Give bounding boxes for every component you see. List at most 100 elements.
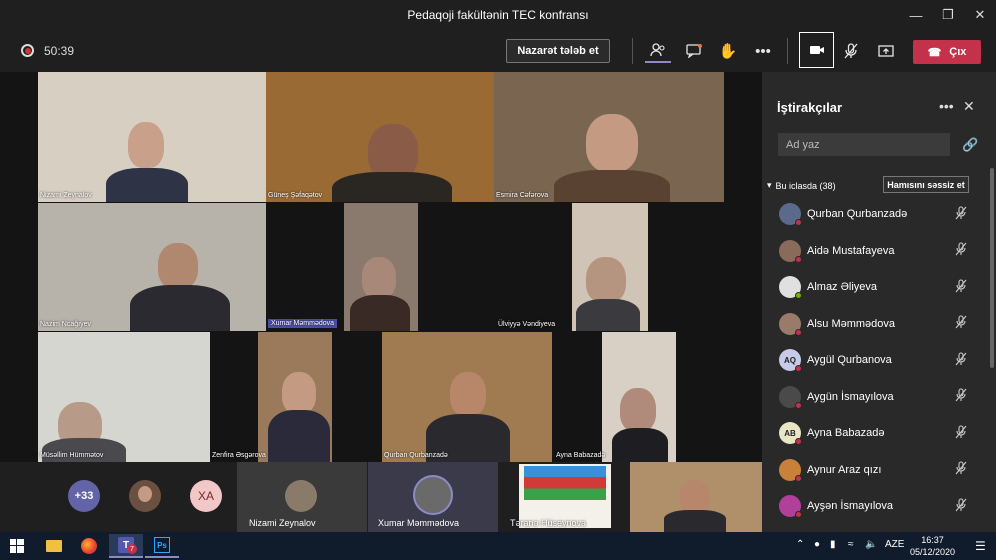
restore-icon[interactable]: ❐ — [932, 0, 964, 30]
mic-muted-icon[interactable] — [955, 206, 967, 223]
video-tile[interactable]: Qurban Qurbanzadə — [382, 332, 552, 462]
bottom-participant-strip: +33 XA Nizami Zeynalov Xumar Məmmədova T… — [0, 462, 762, 532]
avatar[interactable] — [129, 480, 161, 512]
in-meeting-section-header[interactable]: ▾ Bu iclasda (38) — [767, 180, 836, 191]
mic-muted-icon[interactable] — [955, 388, 967, 405]
bottom-tile[interactable]: Təranə Hüseynova — [500, 462, 628, 532]
presence-status-icon — [795, 365, 802, 373]
tray-network-icon[interactable]: ≈ — [848, 539, 854, 550]
tray-battery-icon[interactable]: ▮ — [830, 539, 836, 550]
participant-avatar — [779, 312, 802, 336]
participant-row[interactable]: Aidə Mustafayeva — [762, 233, 988, 270]
participant-name: Xumar Məmmədova — [268, 319, 338, 328]
participant-name: Ayna Babazadə — [556, 452, 606, 459]
avatar-initials[interactable]: XA — [190, 480, 222, 512]
video-tile[interactable]: Esmira Cəfərova — [494, 72, 724, 202]
bottom-tile[interactable] — [630, 462, 762, 532]
participant-row[interactable]: Aygün İsmayılova — [762, 379, 988, 416]
tray-mic-icon[interactable]: ● — [814, 539, 820, 550]
tray-chevron-icon[interactable]: ⌃ — [796, 539, 804, 550]
participant-row[interactable]: Ayşən İsmayılova — [762, 488, 988, 525]
overflow-count-badge[interactable]: +33 — [68, 480, 100, 512]
participant-search-input[interactable] — [778, 133, 950, 156]
participant-name: Nizami Zeynalov — [40, 192, 92, 199]
mic-muted-icon[interactable] — [955, 352, 967, 369]
leave-button[interactable]: ☎ Çıx — [913, 40, 981, 64]
clock-date: 05/12/2020 — [910, 547, 956, 557]
camera-icon — [809, 46, 824, 54]
mute-all-button[interactable]: Hamısını səssiz et — [883, 176, 969, 193]
chat-icon[interactable] — [681, 39, 707, 63]
leave-label: Çıx — [949, 46, 967, 58]
taskbar-clock[interactable]: 16:37 05/12/2020 — [910, 534, 955, 558]
file-explorer-icon[interactable] — [37, 534, 71, 558]
minimize-icon[interactable]: — — [900, 0, 932, 30]
raise-hand-icon[interactable]: ✋ — [715, 39, 741, 63]
photoshop-icon[interactable]: Ps — [145, 534, 179, 558]
participant-row[interactable]: Aynur Araz qızı — [762, 452, 988, 489]
firefox-icon[interactable] — [72, 534, 106, 558]
mic-muted-icon[interactable] — [955, 242, 967, 259]
participants-icon[interactable] — [645, 39, 671, 63]
bottom-tile[interactable]: Nizami Zeynalov — [237, 462, 367, 532]
participant-avatar — [779, 385, 802, 409]
participant-name: Aidə Mustafayeva — [807, 244, 895, 257]
participant-name: Güneş Şəfaqətov — [268, 192, 323, 199]
chevron-down-icon: ▾ — [767, 180, 772, 190]
participant-avatar: AB — [779, 422, 802, 446]
participant-row[interactable]: AQ Aygül Qurbanova — [762, 342, 988, 379]
more-actions-icon[interactable]: ••• — [750, 39, 776, 63]
presence-status-icon — [795, 401, 802, 409]
participant-name: Esmira Cəfərova — [496, 192, 549, 199]
participant-row[interactable]: AB Ayna Babazadə — [762, 415, 988, 452]
notifications-icon[interactable]: ☰ — [975, 539, 986, 553]
tray-volume-icon[interactable]: 🔈 — [865, 539, 877, 550]
hang-up-icon: ☎ — [927, 46, 942, 59]
share-link-icon[interactable]: 🔗 — [962, 137, 978, 153]
participant-name: Ayşən İsmayılova — [807, 500, 894, 513]
participant-avatar: AQ — [779, 349, 802, 373]
video-tile[interactable]: Nazim Ncağıyev — [38, 203, 266, 331]
request-control-button[interactable]: Nazarət tələb et — [506, 39, 610, 63]
video-tile[interactable]: Ayna Babazadə — [554, 332, 724, 462]
panel-more-icon[interactable]: ••• — [939, 98, 954, 114]
video-tile[interactable]: Zenfira Əsgərova — [210, 332, 380, 462]
mic-muted-icon[interactable] — [955, 461, 967, 478]
taskbar: T 7 Ps ⌃ ● ▮ ≈ 🔈 AZE 16:37 05/12/2020 ☰ — [0, 532, 996, 560]
participant-row[interactable]: Almaz Əliyeva — [762, 269, 988, 306]
close-window-icon[interactable]: ✕ — [964, 0, 996, 30]
participant-name: Zenfira Əsgərova — [212, 452, 266, 459]
video-tile[interactable]: Müsəllim Hümmətov — [38, 332, 210, 462]
video-tile[interactable]: Güneş Şəfaqətov — [266, 72, 494, 202]
participant-row[interactable]: Qurban Qurbanzadə — [762, 196, 988, 233]
window-title: Pedaqoji fakültənin TEC konfransı — [407, 8, 589, 22]
share-screen-icon[interactable] — [873, 39, 899, 63]
toolbar-divider — [632, 38, 633, 64]
mic-muted-icon[interactable] — [955, 315, 967, 332]
windows-start-icon[interactable] — [0, 534, 34, 558]
teams-badge: 7 — [127, 544, 137, 554]
participant-name: Nazim Ncağıyev — [40, 321, 91, 328]
mic-muted-icon[interactable] — [955, 279, 967, 296]
mic-muted-icon[interactable] — [955, 425, 967, 442]
participant-name: Aygün İsmayılova — [807, 390, 894, 403]
toolbar-divider — [787, 38, 788, 64]
participant-row[interactable]: Alsu Məmmədova — [762, 306, 988, 343]
mic-muted-icon[interactable] — [838, 39, 864, 63]
participant-name: Almaz Əliyeva — [807, 281, 878, 294]
panel-close-icon[interactable]: ✕ — [963, 98, 975, 115]
bottom-tile[interactable]: Xumar Məmmədova — [368, 462, 498, 532]
mic-muted-icon[interactable] — [955, 498, 967, 515]
video-tile[interactable]: Ülviyyə Vəndiyeva — [496, 203, 648, 331]
participant-list: Qurban Qurbanzadə Aidə Mustafayeva Almaz Ə… — [762, 196, 988, 525]
video-tile[interactable]: Xumar Məmmədova — [266, 203, 418, 331]
input-language[interactable]: AZE — [885, 539, 904, 550]
camera-toggle-button[interactable] — [799, 32, 834, 68]
panel-scrollbar[interactable] — [990, 168, 994, 368]
video-tile[interactable]: Nizami Zeynalov — [38, 72, 266, 202]
participant-name: Müsəllim Hümmətov — [40, 452, 104, 459]
teams-icon[interactable]: T 7 — [109, 534, 143, 558]
participant-avatar — [779, 203, 802, 227]
recording-icon — [21, 44, 34, 57]
participant-name: Aygül Qurbanova — [807, 354, 892, 367]
